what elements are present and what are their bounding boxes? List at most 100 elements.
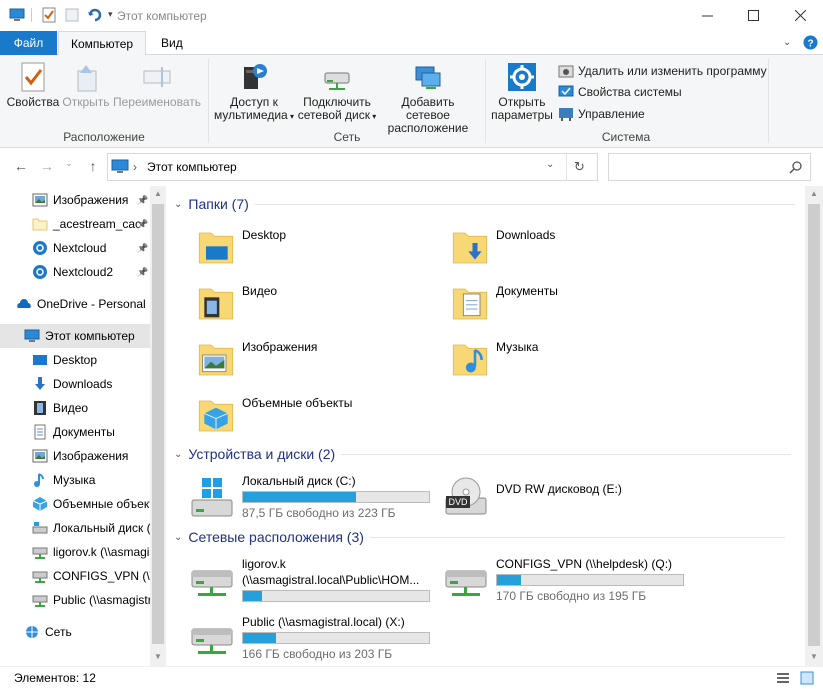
folder-item[interactable]: Изображения (196, 336, 317, 384)
nav-item-label: Документы (53, 425, 115, 439)
properties-button[interactable]: Свойства (4, 61, 62, 109)
scroll-up-icon[interactable]: ▲ (154, 189, 162, 198)
tab-view[interactable]: Вид (149, 31, 195, 55)
drive-c[interactable]: Локальный диск (C:) 87,5 ГБ свободно из … (188, 474, 430, 522)
nav-item[interactable]: ligorov.k (\\asmagistral.local) (0, 540, 150, 564)
network-drive-icon (32, 595, 48, 607)
add-network-location-button[interactable]: Добавить сетевое расположение (378, 61, 478, 135)
scroll-up-icon[interactable]: ▲ (810, 189, 818, 198)
rename-button[interactable]: Переименовать (112, 61, 202, 109)
drive-e-dvd[interactable]: DVD DVD RW дисковод (E:) (442, 474, 622, 522)
forward-button[interactable]: → (38, 158, 56, 176)
uninstall-label: Удалить или изменить программу (578, 64, 767, 78)
properties-label: Свойства (6, 95, 60, 109)
new-folder-qat-icon[interactable] (64, 7, 80, 23)
help-icon[interactable]: ? (803, 35, 818, 50)
refresh-icon[interactable]: ↻ (574, 159, 585, 175)
details-view-icon[interactable] (776, 671, 790, 685)
nav-item[interactable]: Локальный диск (C:) (0, 516, 150, 540)
music-icon (34, 473, 44, 487)
folder-item[interactable]: Объемные объекты (196, 392, 352, 440)
nav-item[interactable]: Музыка (0, 468, 150, 492)
onedrive-icon (17, 299, 31, 308)
manage-button[interactable]: Управление (558, 106, 645, 122)
nav-item[interactable]: _acestream_cac 📌 (0, 212, 150, 236)
folder-label: Объемные объекты (242, 396, 353, 410)
scrollbar-thumb[interactable] (808, 204, 820, 646)
folders-group-header[interactable]: ⌄ Папки (7) (174, 196, 795, 212)
drive-free-space: 87,5 ГБ свободно из 223 ГБ (242, 506, 396, 520)
media-access-button[interactable]: Доступ к мультимедиа ▾ (213, 61, 295, 123)
breadcrumb[interactable]: Этот компьютер (147, 160, 237, 174)
tab-computer[interactable]: Компьютер (58, 31, 147, 56)
folder-label: Видео (242, 284, 278, 298)
nav-item-label: Локальный диск (C:) (53, 521, 150, 535)
divider (254, 203, 795, 205)
network-drive-public[interactable]: Public (\\asmagistral.local) (X:) 166 ГБ… (188, 615, 430, 663)
pin-icon: 📌 (137, 242, 149, 253)
network-drive-ligorov[interactable]: ligorov.k (\\asmagistral.local\Public\HO… (188, 557, 430, 605)
divider (768, 59, 769, 143)
folder-item[interactable]: Desktop (196, 224, 286, 272)
map-drive-icon (324, 72, 350, 90)
nav-item[interactable]: Сеть (0, 620, 150, 644)
folder-item[interactable]: Документы (450, 280, 558, 328)
qat-dropdown-icon[interactable]: ▾ (108, 9, 113, 20)
nav-item[interactable]: Nextcloud2 📌 (0, 260, 150, 284)
close-button[interactable] (777, 0, 823, 31)
nav-item[interactable]: CONFIGS_VPN (\\helpdesk) (0, 564, 150, 588)
content-scrollbar[interactable]: ▲ ▼ (805, 186, 823, 666)
address-bar[interactable]: › Этот компьютер ⌄ ↻ (107, 153, 598, 181)
drive-label: Public (\\asmagistral.local) (X:) (242, 615, 405, 629)
nav-item[interactable]: Изображения (0, 444, 150, 468)
nav-item[interactable]: OneDrive - Personal (0, 292, 150, 316)
devices-group-header[interactable]: ⌄ Устройства и диски (2) (174, 446, 792, 462)
large-icons-view-icon[interactable] (800, 671, 814, 685)
drive-free-space: 170 ГБ свободно из 195 ГБ (496, 589, 647, 603)
nav-item[interactable]: Документы (0, 420, 150, 444)
nav-item[interactable]: Desktop (0, 348, 150, 372)
nav-item[interactable]: Public (\\asmagistral.local) (0, 588, 150, 612)
address-dropdown-icon[interactable]: ⌄ (546, 159, 554, 170)
system-properties-button[interactable]: Свойства системы (558, 84, 682, 100)
nav-item[interactable]: Видео (0, 396, 150, 420)
navigation-pane: Изображения 📌 _acestream_cac 📌 Nextcloud 📌 Nex… (0, 186, 166, 666)
nav-item[interactable]: Downloads (0, 372, 150, 396)
tab-file[interactable]: Файл (0, 31, 57, 55)
scrollbar-thumb[interactable] (152, 204, 164, 644)
properties-qat-icon[interactable] (41, 7, 57, 23)
documents-icon (34, 424, 46, 440)
uninstall-icon (558, 65, 574, 78)
recent-locations-icon[interactable]: ⌄ (60, 158, 78, 176)
map-network-drive-button[interactable]: Подключить сетевой диск ▾ (297, 61, 377, 123)
nav-item[interactable]: Этот компьютер (0, 324, 150, 348)
uninstall-program-button[interactable]: Удалить или изменить программу (558, 63, 767, 79)
scroll-down-icon[interactable]: ▼ (810, 652, 818, 661)
nextcloud-icon (33, 241, 47, 255)
up-button[interactable]: ↑ (84, 158, 102, 176)
nav-item-label: _acestream_cac (53, 217, 142, 231)
folder-item[interactable]: Downloads (450, 224, 555, 272)
folder-label: Документы (496, 284, 558, 298)
nav-item[interactable]: Объемные объекты (0, 492, 150, 516)
open-button[interactable]: Открыть (62, 61, 110, 109)
media-server-icon (244, 64, 267, 89)
ribbon-expand-icon[interactable]: ⌄ (783, 37, 791, 48)
folder-item[interactable]: Музыка (450, 336, 538, 384)
search-input[interactable] (608, 153, 811, 181)
network-drive-configs-vpn[interactable]: CONFIGS_VPN (\\helpdesk) (Q:) 170 ГБ сво… (442, 557, 684, 605)
maximize-button[interactable] (730, 0, 776, 31)
nav-pane-scrollbar[interactable]: ▲ ▼ (150, 186, 166, 666)
network-group-header[interactable]: ⌄ Сетевые расположения (3) (174, 529, 785, 545)
folder-label: Downloads (496, 228, 556, 242)
scroll-down-icon[interactable]: ▼ (154, 652, 162, 661)
folder-item[interactable]: Видео (196, 280, 277, 328)
manage-icon (559, 108, 573, 121)
open-settings-button[interactable]: Открыть параметры (490, 61, 554, 122)
nav-item[interactable]: Nextcloud 📌 (0, 236, 150, 260)
rename-label: Переименовать (113, 95, 201, 109)
nav-item[interactable]: Изображения 📌 (0, 188, 150, 212)
minimize-button[interactable] (684, 0, 730, 31)
back-button[interactable]: ← (12, 158, 30, 176)
undo-qat-icon[interactable] (87, 7, 103, 23)
